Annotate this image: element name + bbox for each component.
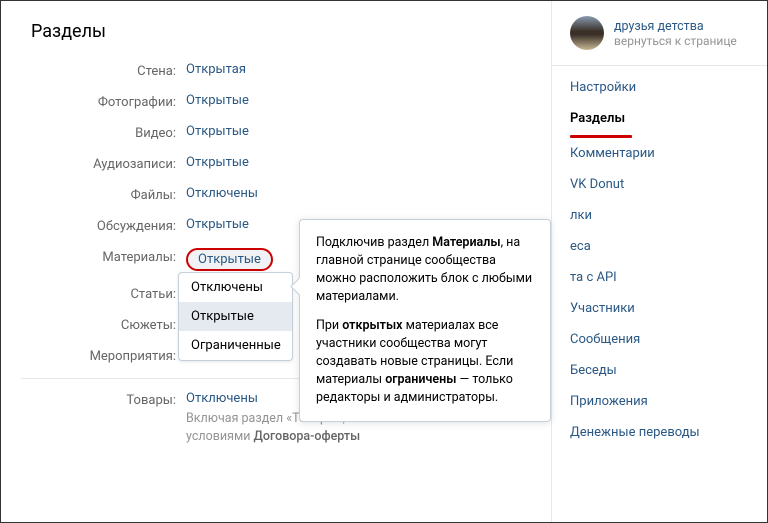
nav-item[interactable]: лки xyxy=(552,200,767,231)
market-label: Товары: xyxy=(21,391,186,408)
nav-donut[interactable]: VK Donut xyxy=(552,169,767,200)
page-title: Разделы xyxy=(1,21,551,62)
nav-settings[interactable]: Настройки xyxy=(552,72,767,103)
community-header[interactable]: друзья детства вернуться к странице xyxy=(552,16,767,65)
materials-dropdown: Отключены Открытые Ограниченные xyxy=(178,272,293,361)
video-label: Видео: xyxy=(21,124,186,141)
photos-value[interactable]: Открытые xyxy=(186,93,249,108)
discussions-value[interactable]: Открытые xyxy=(186,217,249,232)
nav-money[interactable]: Денежные переводы xyxy=(552,417,767,448)
wall-value[interactable]: Открытая xyxy=(186,62,246,77)
back-link[interactable]: вернуться к странице xyxy=(614,34,737,48)
dropdown-option[interactable]: Отключены xyxy=(179,273,292,302)
articles-label: Статьи: xyxy=(21,285,186,302)
audio-label: Аудиозаписи: xyxy=(21,155,186,172)
materials-value[interactable]: Открытые Отключены Открытые Ограниченные xyxy=(186,248,273,271)
community-name: друзья детства xyxy=(614,19,737,34)
files-value[interactable]: Отключены xyxy=(186,186,258,201)
materials-tooltip: Подключив раздел Материалы, на главной с… xyxy=(299,219,551,422)
settings-nav: Настройки Разделы Комментарии VK Donut л… xyxy=(552,65,767,448)
materials-label: Материалы: xyxy=(21,248,186,265)
events-label: Мероприятия: xyxy=(21,347,186,364)
wall-label: Стена: xyxy=(21,62,186,79)
nav-members[interactable]: Участники xyxy=(552,293,767,324)
discussions-label: Обсуждения: xyxy=(21,217,186,234)
nav-item[interactable]: та с API xyxy=(552,262,767,293)
nav-item[interactable]: еса xyxy=(552,231,767,262)
nav-comments[interactable]: Комментарии xyxy=(552,138,767,169)
dropdown-option[interactable]: Ограниченные xyxy=(179,331,292,360)
audio-value[interactable]: Открытые xyxy=(186,155,249,170)
community-avatar xyxy=(570,16,604,50)
materials-current[interactable]: Открытые xyxy=(186,248,273,271)
nav-messages[interactable]: Сообщения xyxy=(552,324,767,355)
nav-apps[interactable]: Приложения xyxy=(552,386,767,417)
nav-sections[interactable]: Разделы xyxy=(552,103,767,134)
nav-chats[interactable]: Беседы xyxy=(552,355,767,386)
video-value[interactable]: Открытые xyxy=(186,124,249,139)
files-label: Файлы: xyxy=(21,186,186,203)
photos-label: Фотографии: xyxy=(21,93,186,110)
stories-label: Сюжеты: xyxy=(21,316,186,333)
offer-link[interactable]: Договора-оферты xyxy=(254,429,361,444)
dropdown-option[interactable]: Открытые xyxy=(179,302,292,331)
